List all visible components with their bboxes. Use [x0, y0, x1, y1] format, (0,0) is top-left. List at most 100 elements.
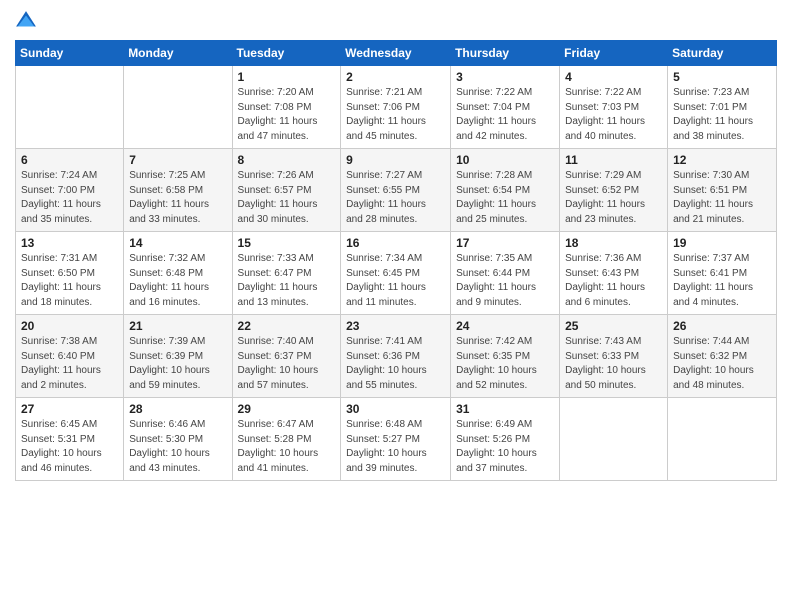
day-info: Sunrise: 7:33 AM Sunset: 6:47 PM Dayligh… — [238, 252, 336, 310]
day-number: 5 — [673, 70, 771, 84]
day-info: Sunrise: 7:22 AM Sunset: 7:03 PM Dayligh… — [565, 86, 662, 144]
day-info: Sunrise: 7:38 AM Sunset: 6:40 PM Dayligh… — [21, 335, 118, 393]
day-info: Sunrise: 7:44 AM Sunset: 6:32 PM Dayligh… — [673, 335, 771, 393]
day-info: Sunrise: 7:31 AM Sunset: 6:50 PM Dayligh… — [21, 252, 118, 310]
day-header-tuesday: Tuesday — [232, 41, 341, 66]
calendar-cell: 15 Sunrise: 7:33 AM Sunset: 6:47 PM Dayli… — [232, 232, 341, 315]
calendar-cell: 12 Sunrise: 7:30 AM Sunset: 6:51 PM Dayli… — [668, 149, 777, 232]
calendar-cell: 30 Sunrise: 6:48 AM Sunset: 5:27 PM Dayli… — [341, 398, 451, 481]
calendar-cell: 31Sunrise: 6:49 AM Sunset: 5:26 PM Dayli… — [451, 398, 560, 481]
calendar-cell — [668, 398, 777, 481]
day-header-monday: Monday — [124, 41, 232, 66]
calendar-header-row: SundayMondayTuesdayWednesdayThursdayFrid… — [16, 41, 777, 66]
calendar-week-2: 6 Sunrise: 7:24 AM Sunset: 7:00 PM Daylig… — [16, 149, 777, 232]
day-number: 9 — [346, 153, 445, 167]
day-number: 8 — [238, 153, 336, 167]
day-info: Sunrise: 7:39 AM Sunset: 6:39 PM Dayligh… — [129, 335, 226, 393]
calendar-cell: 26 Sunrise: 7:44 AM Sunset: 6:32 PM Dayli… — [668, 315, 777, 398]
day-info: Sunrise: 7:20 AM Sunset: 7:08 PM Dayligh… — [238, 86, 336, 144]
day-info: Sunrise: 7:40 AM Sunset: 6:37 PM Dayligh… — [238, 335, 336, 393]
day-number: 30 — [346, 402, 445, 416]
calendar-cell: 11 Sunrise: 7:29 AM Sunset: 6:52 PM Dayli… — [560, 149, 668, 232]
day-info: Sunrise: 7:36 AM Sunset: 6:43 PM Dayligh… — [565, 252, 662, 310]
calendar-cell: 23 Sunrise: 7:41 AM Sunset: 6:36 PM Dayli… — [341, 315, 451, 398]
day-number: 1 — [238, 70, 336, 84]
day-number: 11 — [565, 153, 662, 167]
calendar-cell — [560, 398, 668, 481]
day-info: Sunrise: 6:48 AM Sunset: 5:27 PM Dayligh… — [346, 418, 445, 476]
calendar-cell: 21 Sunrise: 7:39 AM Sunset: 6:39 PM Dayli… — [124, 315, 232, 398]
day-info: Sunrise: 7:34 AM Sunset: 6:45 PM Dayligh… — [346, 252, 445, 310]
calendar-cell: 2Sunrise: 7:21 AM Sunset: 7:06 PM Daylig… — [341, 66, 451, 149]
day-number: 4 — [565, 70, 662, 84]
calendar-table: SundayMondayTuesdayWednesdayThursdayFrid… — [15, 40, 777, 481]
day-number: 23 — [346, 319, 445, 333]
day-number: 2 — [346, 70, 445, 84]
day-info: Sunrise: 7:42 AM Sunset: 6:35 PM Dayligh… — [456, 335, 554, 393]
header — [15, 10, 777, 32]
day-number: 24 — [456, 319, 554, 333]
day-number: 10 — [456, 153, 554, 167]
day-info: Sunrise: 7:30 AM Sunset: 6:51 PM Dayligh… — [673, 169, 771, 227]
day-number: 22 — [238, 319, 336, 333]
calendar-cell: 19 Sunrise: 7:37 AM Sunset: 6:41 PM Dayli… — [668, 232, 777, 315]
logo — [15, 10, 41, 32]
day-number: 27 — [21, 402, 118, 416]
day-info: Sunrise: 7:26 AM Sunset: 6:57 PM Dayligh… — [238, 169, 336, 227]
calendar-cell: 24 Sunrise: 7:42 AM Sunset: 6:35 PM Dayli… — [451, 315, 560, 398]
day-info: Sunrise: 7:29 AM Sunset: 6:52 PM Dayligh… — [565, 169, 662, 227]
day-number: 14 — [129, 236, 226, 250]
calendar-cell: 25 Sunrise: 7:43 AM Sunset: 6:33 PM Dayli… — [560, 315, 668, 398]
day-info: Sunrise: 6:46 AM Sunset: 5:30 PM Dayligh… — [129, 418, 226, 476]
day-number: 20 — [21, 319, 118, 333]
calendar-cell: 18 Sunrise: 7:36 AM Sunset: 6:43 PM Dayli… — [560, 232, 668, 315]
calendar-cell: 20 Sunrise: 7:38 AM Sunset: 6:40 PM Dayli… — [16, 315, 124, 398]
day-info: Sunrise: 7:35 AM Sunset: 6:44 PM Dayligh… — [456, 252, 554, 310]
calendar-cell: 13 Sunrise: 7:31 AM Sunset: 6:50 PM Dayli… — [16, 232, 124, 315]
page: SundayMondayTuesdayWednesdayThursdayFrid… — [0, 0, 792, 612]
calendar-cell — [124, 66, 232, 149]
day-info: Sunrise: 7:43 AM Sunset: 6:33 PM Dayligh… — [565, 335, 662, 393]
day-info: Sunrise: 7:23 AM Sunset: 7:01 PM Dayligh… — [673, 86, 771, 144]
day-number: 21 — [129, 319, 226, 333]
day-number: 17 — [456, 236, 554, 250]
day-number: 15 — [238, 236, 336, 250]
calendar-week-5: 27 Sunrise: 6:45 AM Sunset: 5:31 PM Dayli… — [16, 398, 777, 481]
calendar-cell: 8 Sunrise: 7:26 AM Sunset: 6:57 PM Daylig… — [232, 149, 341, 232]
day-info: Sunrise: 7:32 AM Sunset: 6:48 PM Dayligh… — [129, 252, 226, 310]
calendar-cell: 28 Sunrise: 6:46 AM Sunset: 5:30 PM Dayli… — [124, 398, 232, 481]
calendar-cell: 6 Sunrise: 7:24 AM Sunset: 7:00 PM Daylig… — [16, 149, 124, 232]
day-number: 6 — [21, 153, 118, 167]
day-info: Sunrise: 6:45 AM Sunset: 5:31 PM Dayligh… — [21, 418, 118, 476]
calendar-week-3: 13 Sunrise: 7:31 AM Sunset: 6:50 PM Dayli… — [16, 232, 777, 315]
day-header-wednesday: Wednesday — [341, 41, 451, 66]
day-info: Sunrise: 7:37 AM Sunset: 6:41 PM Dayligh… — [673, 252, 771, 310]
day-number: 12 — [673, 153, 771, 167]
calendar-cell: 17 Sunrise: 7:35 AM Sunset: 6:44 PM Dayli… — [451, 232, 560, 315]
day-number: 25 — [565, 319, 662, 333]
day-info: Sunrise: 6:49 AM Sunset: 5:26 PM Dayligh… — [456, 418, 554, 476]
day-info: Sunrise: 7:25 AM Sunset: 6:58 PM Dayligh… — [129, 169, 226, 227]
calendar-cell: 4 Sunrise: 7:22 AM Sunset: 7:03 PM Daylig… — [560, 66, 668, 149]
calendar-cell: 16 Sunrise: 7:34 AM Sunset: 6:45 PM Dayli… — [341, 232, 451, 315]
calendar-week-4: 20 Sunrise: 7:38 AM Sunset: 6:40 PM Dayli… — [16, 315, 777, 398]
calendar-cell: 27 Sunrise: 6:45 AM Sunset: 5:31 PM Dayli… — [16, 398, 124, 481]
calendar-cell: 9 Sunrise: 7:27 AM Sunset: 6:55 PM Daylig… — [341, 149, 451, 232]
day-header-sunday: Sunday — [16, 41, 124, 66]
day-number: 26 — [673, 319, 771, 333]
day-number: 3 — [456, 70, 554, 84]
calendar-cell: 10Sunrise: 7:28 AM Sunset: 6:54 PM Dayli… — [451, 149, 560, 232]
day-info: Sunrise: 7:27 AM Sunset: 6:55 PM Dayligh… — [346, 169, 445, 227]
day-info: Sunrise: 7:22 AM Sunset: 7:04 PM Dayligh… — [456, 86, 554, 144]
calendar-cell: 29Sunrise: 6:47 AM Sunset: 5:28 PM Dayli… — [232, 398, 341, 481]
calendar-cell — [16, 66, 124, 149]
calendar-cell: 14 Sunrise: 7:32 AM Sunset: 6:48 PM Dayli… — [124, 232, 232, 315]
day-number: 28 — [129, 402, 226, 416]
day-number: 13 — [21, 236, 118, 250]
day-info: Sunrise: 7:24 AM Sunset: 7:00 PM Dayligh… — [21, 169, 118, 227]
day-number: 19 — [673, 236, 771, 250]
day-number: 18 — [565, 236, 662, 250]
day-header-thursday: Thursday — [451, 41, 560, 66]
day-info: Sunrise: 7:41 AM Sunset: 6:36 PM Dayligh… — [346, 335, 445, 393]
day-number: 16 — [346, 236, 445, 250]
